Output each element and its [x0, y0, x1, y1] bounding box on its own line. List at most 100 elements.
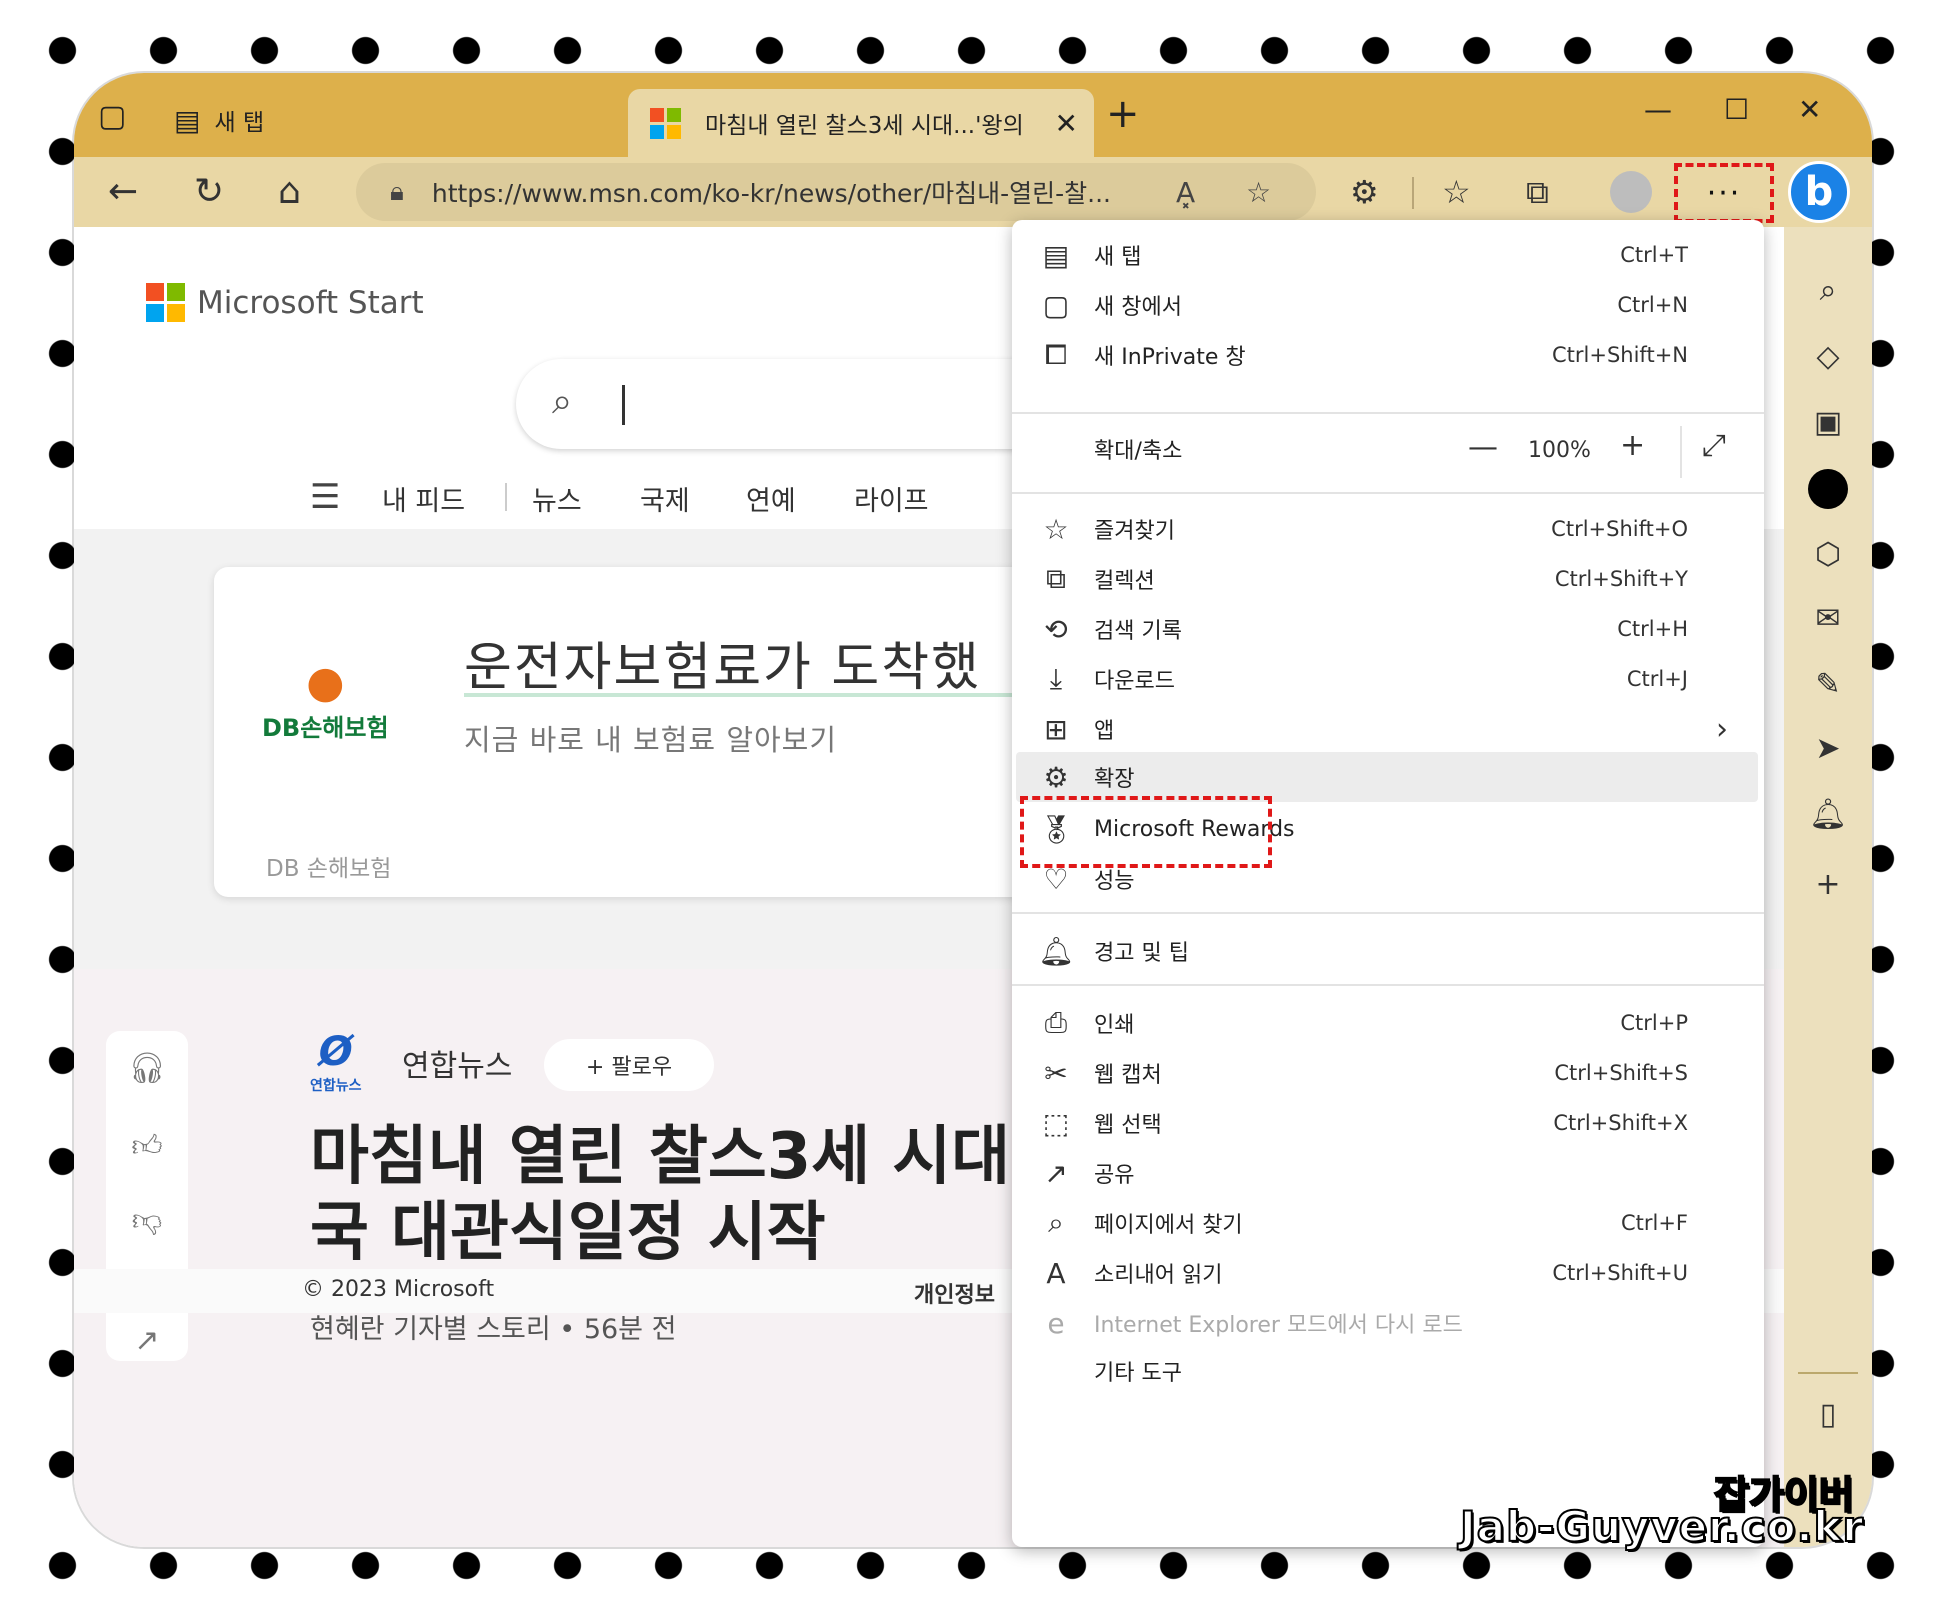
nav-news[interactable]: 뉴스	[532, 479, 582, 518]
bing-icon: b	[1804, 169, 1834, 215]
menu-item-downloads[interactable]: ⤓ 다운로드 Ctrl+J	[1012, 654, 1764, 704]
address-bar[interactable]: 🔒︎ https://www.msn.com/ko-kr/news/other/…	[356, 163, 1316, 221]
read-aloud-icon[interactable]: A͓	[1176, 176, 1195, 209]
publisher-name[interactable]: 연합뉴스	[402, 1041, 512, 1085]
nav-my-feed[interactable]: 내 피드	[382, 479, 465, 518]
menu-item-new-window[interactable]: ▢ 새 창에서 Ctrl+N	[1012, 280, 1764, 330]
zoom-divider	[1680, 426, 1682, 478]
extensions-icon[interactable]: ⚙	[1350, 173, 1379, 211]
headphones-icon[interactable]: 🎧︎	[106, 1051, 188, 1086]
games-icon[interactable]	[1808, 469, 1848, 509]
menu-item-new-tab[interactable]: ▤ 새 탭 Ctrl+T	[1012, 230, 1764, 280]
menu-item-print[interactable]: ⎙ 인쇄 Ctrl+P	[1012, 998, 1764, 1048]
new-tab-page-icon: ▤	[174, 103, 201, 137]
db-insurance-logo: ● DB손해보험	[262, 657, 389, 742]
menu-item-favorites[interactable]: ☆ 즐겨찾기 Ctrl+Shift+O	[1012, 504, 1764, 554]
refresh-icon[interactable]: ↻	[194, 171, 224, 212]
nav-entertainment[interactable]: 연예	[746, 479, 796, 518]
add-favorite-icon[interactable]: ☆	[1246, 176, 1271, 209]
zoom-in-button[interactable]: +	[1620, 428, 1645, 463]
sidebar-divider	[1798, 1372, 1858, 1374]
collections-icon: ⧉	[1046, 562, 1066, 595]
menu-item-read-aloud[interactable]: A 소리내어 읽기 Ctrl+Shift+U	[1012, 1248, 1764, 1298]
privacy-link[interactable]: 개인정보	[914, 1277, 995, 1309]
download-icon: ⤓	[1049, 662, 1063, 695]
tab-title: 마침내 열린 찰스3세 시대...'왕의	[705, 113, 1024, 139]
menu-item-zoom: 확대/축소	[1094, 439, 1183, 464]
add-icon[interactable]: +	[1784, 867, 1872, 902]
close-icon[interactable]: ✕	[1055, 107, 1078, 140]
tab-title: 새 탭	[214, 110, 265, 136]
url-text[interactable]: https://www.msn.com/ko-kr/news/other/마침내…	[432, 174, 1152, 210]
ad-subtitle[interactable]: 지금 바로 내 보험료 알아보기	[464, 717, 837, 759]
collections-icon[interactable]: ⧉	[1526, 173, 1549, 212]
new-tab-button[interactable]: +	[1106, 91, 1140, 137]
menu-item-extensions[interactable]: ⚙ 확장	[1016, 752, 1758, 802]
menu-divider	[1012, 412, 1764, 414]
menu-item-history[interactable]: ⟲ 검색 기록 Ctrl+H	[1012, 604, 1764, 654]
drop-image-icon[interactable]: ✎	[1784, 667, 1872, 702]
follow-button[interactable]: + 팔로우	[544, 1039, 714, 1091]
microsoft-start-brand[interactable]: Microsoft Start	[146, 283, 424, 322]
new-tab-icon: ▤	[1042, 238, 1070, 272]
office-icon[interactable]: ⬡	[1784, 537, 1872, 572]
menu-item-web-capture[interactable]: ✂ 웹 캡처 Ctrl+Shift+S	[1012, 1048, 1764, 1098]
settings-menu: ▤ 새 탭 Ctrl+T ▢ 새 창에서 Ctrl+N ⧠ 새 InPrivat…	[1012, 220, 1764, 1547]
brand-text: Microsoft Start	[197, 284, 424, 321]
ad-title[interactable]: 운전자보험료가 도착했	[464, 625, 981, 700]
inprivate-icon: ⧠	[1044, 338, 1068, 371]
copilot-button[interactable]: b	[1788, 161, 1850, 223]
text-caret	[622, 385, 625, 425]
menu-item-ie-mode[interactable]: e Internet Explorer 모드에서 다시 로드	[1012, 1298, 1764, 1348]
nav-world[interactable]: 국제	[640, 479, 690, 518]
find-icon: ⌕	[1048, 1206, 1064, 1239]
menu-item-apps[interactable]: ⊞ 앱 ›	[1012, 704, 1764, 754]
settings-more-button[interactable]: ···	[1674, 163, 1774, 223]
zoom-out-button[interactable]: —	[1468, 430, 1498, 465]
edge-sidebar: ⌕ ◇ ▣ ⬡ ✉ ✎ ➤ 🔔︎ + ▯	[1784, 227, 1872, 1547]
nav-life[interactable]: 라이프	[854, 479, 929, 518]
close-window-button[interactable]: ✕	[1798, 93, 1821, 126]
fullscreen-icon[interactable]: ⤢	[1702, 428, 1726, 463]
yonhap-logo: Ø 연합뉴스	[310, 1029, 362, 1094]
menu-item-share[interactable]: ↗ 공유	[1012, 1148, 1764, 1198]
menu-item-more-tools[interactable]: 기타 도구	[1012, 1346, 1764, 1396]
tools-briefcase-icon[interactable]: ▣	[1784, 405, 1872, 440]
tab-new-tab[interactable]: ▤ 새 탭 ✕	[174, 95, 694, 145]
tab-actions-icon[interactable]: ▢	[98, 99, 126, 134]
minimize-button[interactable]: —	[1644, 93, 1672, 126]
shopping-tag-icon[interactable]: ◇	[1784, 339, 1872, 374]
home-icon[interactable]: ⌂	[278, 171, 301, 212]
like-icon[interactable]: 👍︎	[106, 1129, 188, 1165]
share-icon[interactable]: ↗	[106, 1323, 188, 1358]
sidebar-toggle-icon[interactable]: ▯	[1784, 1397, 1872, 1432]
favorites-icon[interactable]: ☆	[1442, 173, 1471, 211]
ad-card[interactable]: ● DB손해보험 운전자보험료가 도착했 지금 바로 내 보험료 알아보기 DB…	[214, 567, 1094, 897]
profile-avatar[interactable]	[1610, 171, 1652, 213]
lock-icon[interactable]: 🔒︎	[390, 177, 404, 208]
back-icon[interactable]: ←	[108, 171, 138, 212]
bell-icon: 🔔︎	[1038, 934, 1074, 968]
history-icon: ⟲	[1044, 612, 1068, 646]
copyright-text: © 2023 Microsoft	[302, 1277, 495, 1302]
tab-msn-article[interactable]: 마침내 열린 찰스3세 시대...'왕의 ✕	[628, 89, 1094, 157]
menu-item-alerts-tips[interactable]: 🔔︎ 경고 및 팁	[1012, 926, 1764, 976]
microsoft-logo	[650, 107, 681, 139]
hamburger-menu-icon[interactable]: ☰	[310, 477, 340, 517]
maximize-button[interactable]: ☐	[1724, 93, 1749, 126]
ad-underline	[464, 693, 1094, 697]
search-icon[interactable]: ⌕	[1784, 273, 1872, 308]
menu-item-collections[interactable]: ⧉ 컬렉션 Ctrl+Shift+Y	[1012, 554, 1764, 604]
article-headline[interactable]: 마침내 열린 찰스3세 시대.. 국 대관식일정 시작	[310, 1119, 1130, 1271]
ad-source: DB 손해보험	[266, 856, 392, 882]
outlook-icon[interactable]: ✉	[1784, 601, 1872, 636]
extensions-highlight-box	[1020, 796, 1272, 868]
favorites-icon: ☆	[1043, 512, 1069, 546]
dislike-icon[interactable]: 👎︎	[106, 1203, 188, 1239]
menu-item-web-select[interactable]: ⬚ 웹 선택 Ctrl+Shift+X	[1012, 1098, 1764, 1148]
new-window-icon: ▢	[1042, 288, 1070, 322]
send-icon[interactable]: ➤	[1784, 731, 1872, 766]
menu-item-find-on-page[interactable]: ⌕ 페이지에서 찾기 Ctrl+F	[1012, 1198, 1764, 1248]
menu-item-inprivate[interactable]: ⧠ 새 InPrivate 창 Ctrl+Shift+N	[1012, 330, 1764, 380]
notification-icon[interactable]: 🔔︎	[1784, 797, 1872, 832]
